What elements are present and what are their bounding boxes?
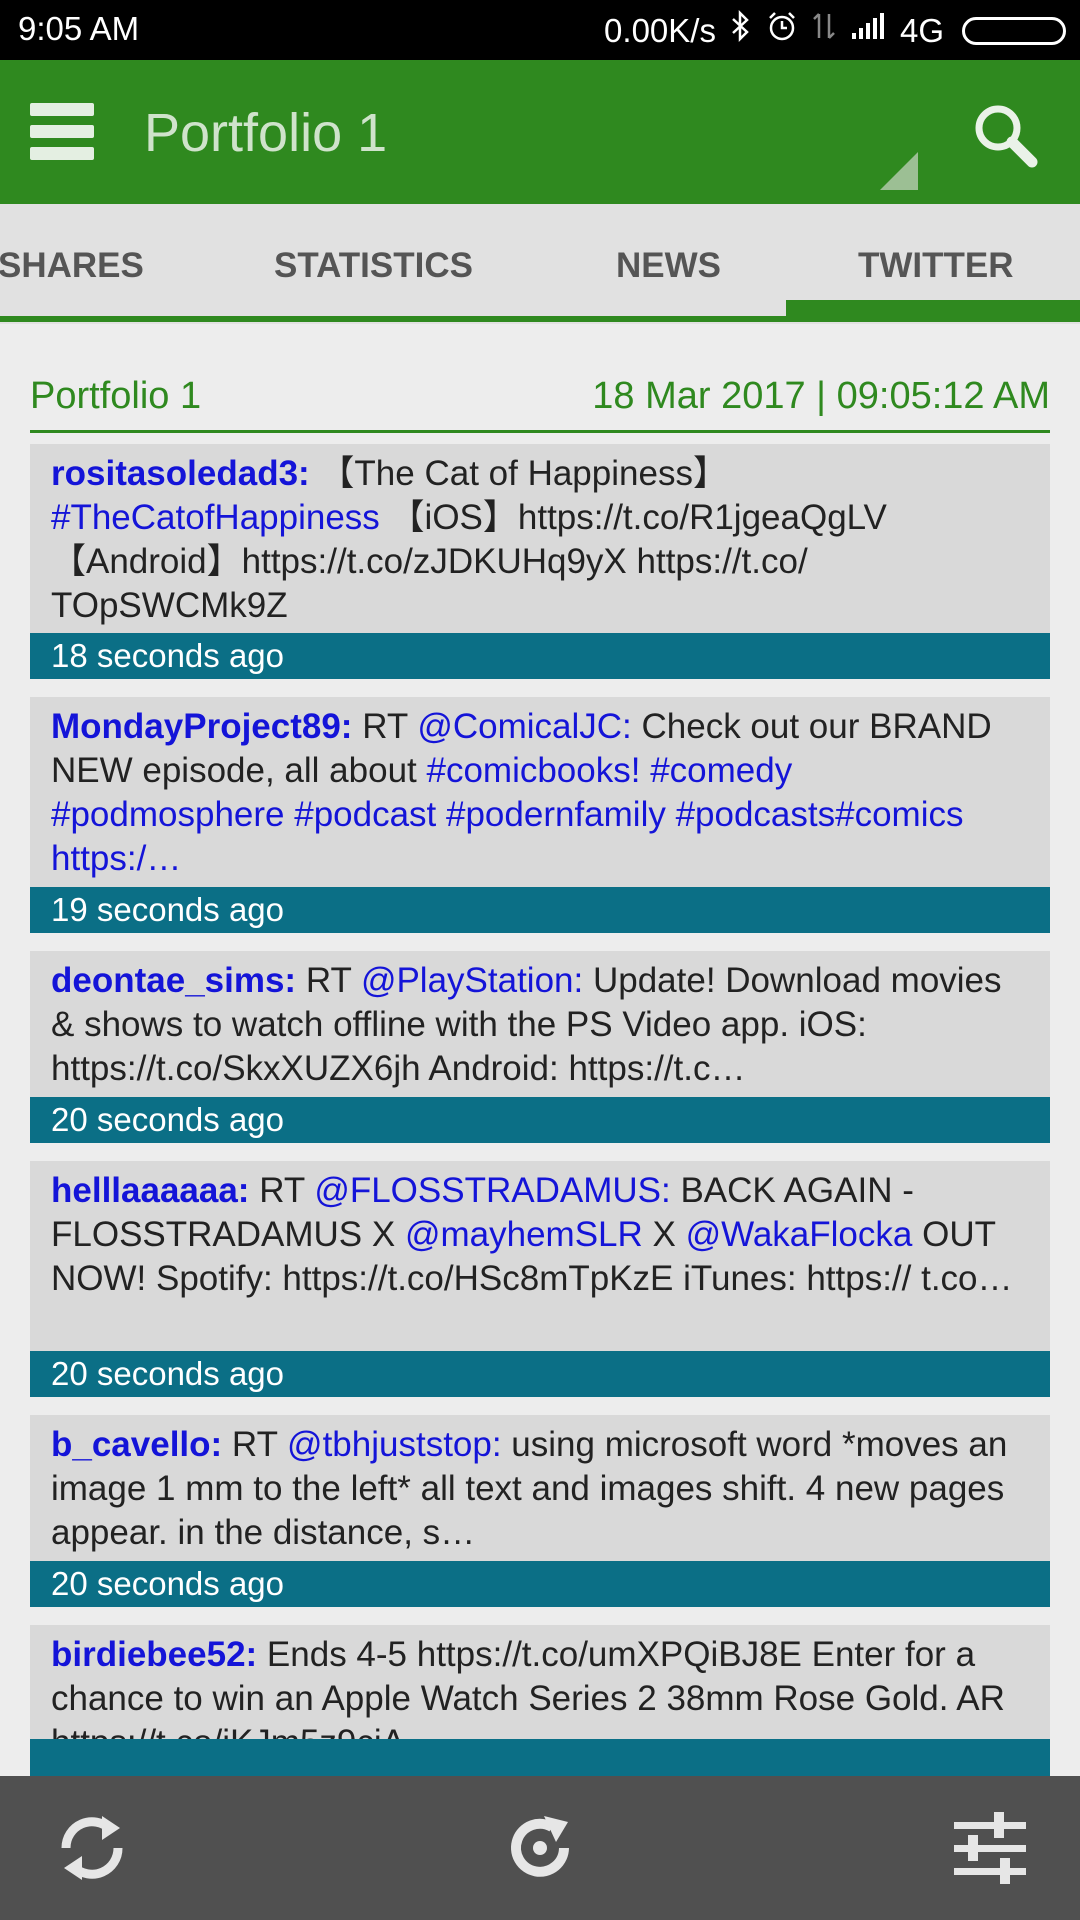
app-bar: Portfolio 1: [0, 60, 1080, 204]
sync-icon[interactable]: [52, 1808, 132, 1888]
tweet-time: 20 seconds ago: [30, 1351, 1050, 1397]
tweet-text: helllaaaaaa: RT @FLOSSTRADAMUS: BACK AGA…: [51, 1171, 1013, 1298]
tweet-item[interactable]: MondayProject89: RT @ComicalJC: Check ou…: [30, 697, 1050, 933]
tweet-user[interactable]: b_cavello:: [51, 1425, 222, 1464]
mention-link[interactable]: @ComicalJC:: [417, 707, 631, 746]
header-divider: [30, 430, 1050, 433]
tweet-time: 19 seconds ago: [30, 887, 1050, 933]
tweet-text: deontae_sims: RT @PlayStation: Update! D…: [51, 961, 1002, 1088]
hashtag-link[interactable]: #TheCatofHappiness: [51, 498, 380, 537]
status-icons: 0.00K/s 4G: [604, 9, 1066, 51]
mention-link[interactable]: @FLOSSTRADAMUS:: [314, 1171, 670, 1210]
app-title[interactable]: Portfolio 1: [144, 102, 387, 164]
mention-link[interactable]: @mayhemSLR: [405, 1215, 643, 1254]
tweet-time: 18 seconds ago: [30, 633, 1050, 679]
network-type: 4G: [899, 11, 944, 49]
menu-icon[interactable]: [30, 103, 94, 161]
tweet-item[interactable]: b_cavello: RT @tbhjuststop: using micros…: [30, 1415, 1050, 1607]
tab-statistics[interactable]: STATISTICS: [274, 246, 473, 286]
tweet-user[interactable]: MondayProject89:: [51, 707, 352, 746]
data-transfer-icon: [812, 10, 836, 51]
tweet-user[interactable]: birdiebee52:: [51, 1635, 257, 1674]
tab-news[interactable]: NEWS: [616, 246, 721, 286]
alarm-icon: [766, 10, 798, 51]
bluetooth-icon: [730, 9, 752, 51]
mention-link[interactable]: @PlayStation:: [361, 961, 583, 1000]
tweet-text: b_cavello: RT @tbhjuststop: using micros…: [51, 1425, 1008, 1552]
battery-icon: [962, 16, 1066, 45]
net-speed: 0.00K/s: [604, 11, 716, 49]
portfolio-name: Portfolio 1: [30, 375, 202, 417]
tweet-item[interactable]: rositasoledad3: 【The Cat of Happiness】 #…: [30, 444, 1050, 679]
status-bar: 9:05 AM 0.00K/s 4G: [0, 0, 1080, 60]
tweet-user[interactable]: rositasoledad3:: [51, 454, 310, 493]
mention-link[interactable]: @WakaFlocka: [686, 1215, 913, 1254]
dropdown-triangle-icon[interactable]: [880, 152, 918, 190]
tweet-user[interactable]: deontae_sims:: [51, 961, 296, 1000]
settings-sliders-icon[interactable]: [950, 1808, 1030, 1888]
status-time: 9:05 AM: [18, 10, 140, 47]
tab-active-indicator: [786, 300, 1080, 322]
tweet-text: MondayProject89: RT @ComicalJC: Check ou…: [51, 707, 992, 878]
tweet-time: 20 seconds ago: [30, 1561, 1050, 1607]
refresh-icon[interactable]: [500, 1808, 580, 1888]
tweet-item[interactable]: deontae_sims: RT @PlayStation: Update! D…: [30, 951, 1050, 1143]
tab-twitter[interactable]: TWITTER: [858, 246, 1014, 286]
tweet-item[interactable]: helllaaaaaa: RT @FLOSSTRADAMUS: BACK AGA…: [30, 1161, 1050, 1397]
last-updated: 18 Mar 2017 | 09:05:12 AM: [592, 375, 1050, 417]
mention-link[interactable]: @tbhjuststop:: [287, 1425, 502, 1464]
bottom-toolbar: [0, 1776, 1080, 1920]
tweet-text: rositasoledad3: 【The Cat of Happiness】 #…: [51, 454, 887, 625]
tweet-user[interactable]: helllaaaaaa:: [51, 1171, 249, 1210]
tweet-time: 20 seconds ago: [30, 1097, 1050, 1143]
search-icon[interactable]: [970, 100, 1040, 170]
tweet-item[interactable]: birdiebee52: Ends 4-5 https://t.co/umXPQ…: [30, 1625, 1050, 1785]
tab-shares[interactable]: SHARES: [0, 246, 144, 286]
signal-icon: [850, 11, 886, 50]
